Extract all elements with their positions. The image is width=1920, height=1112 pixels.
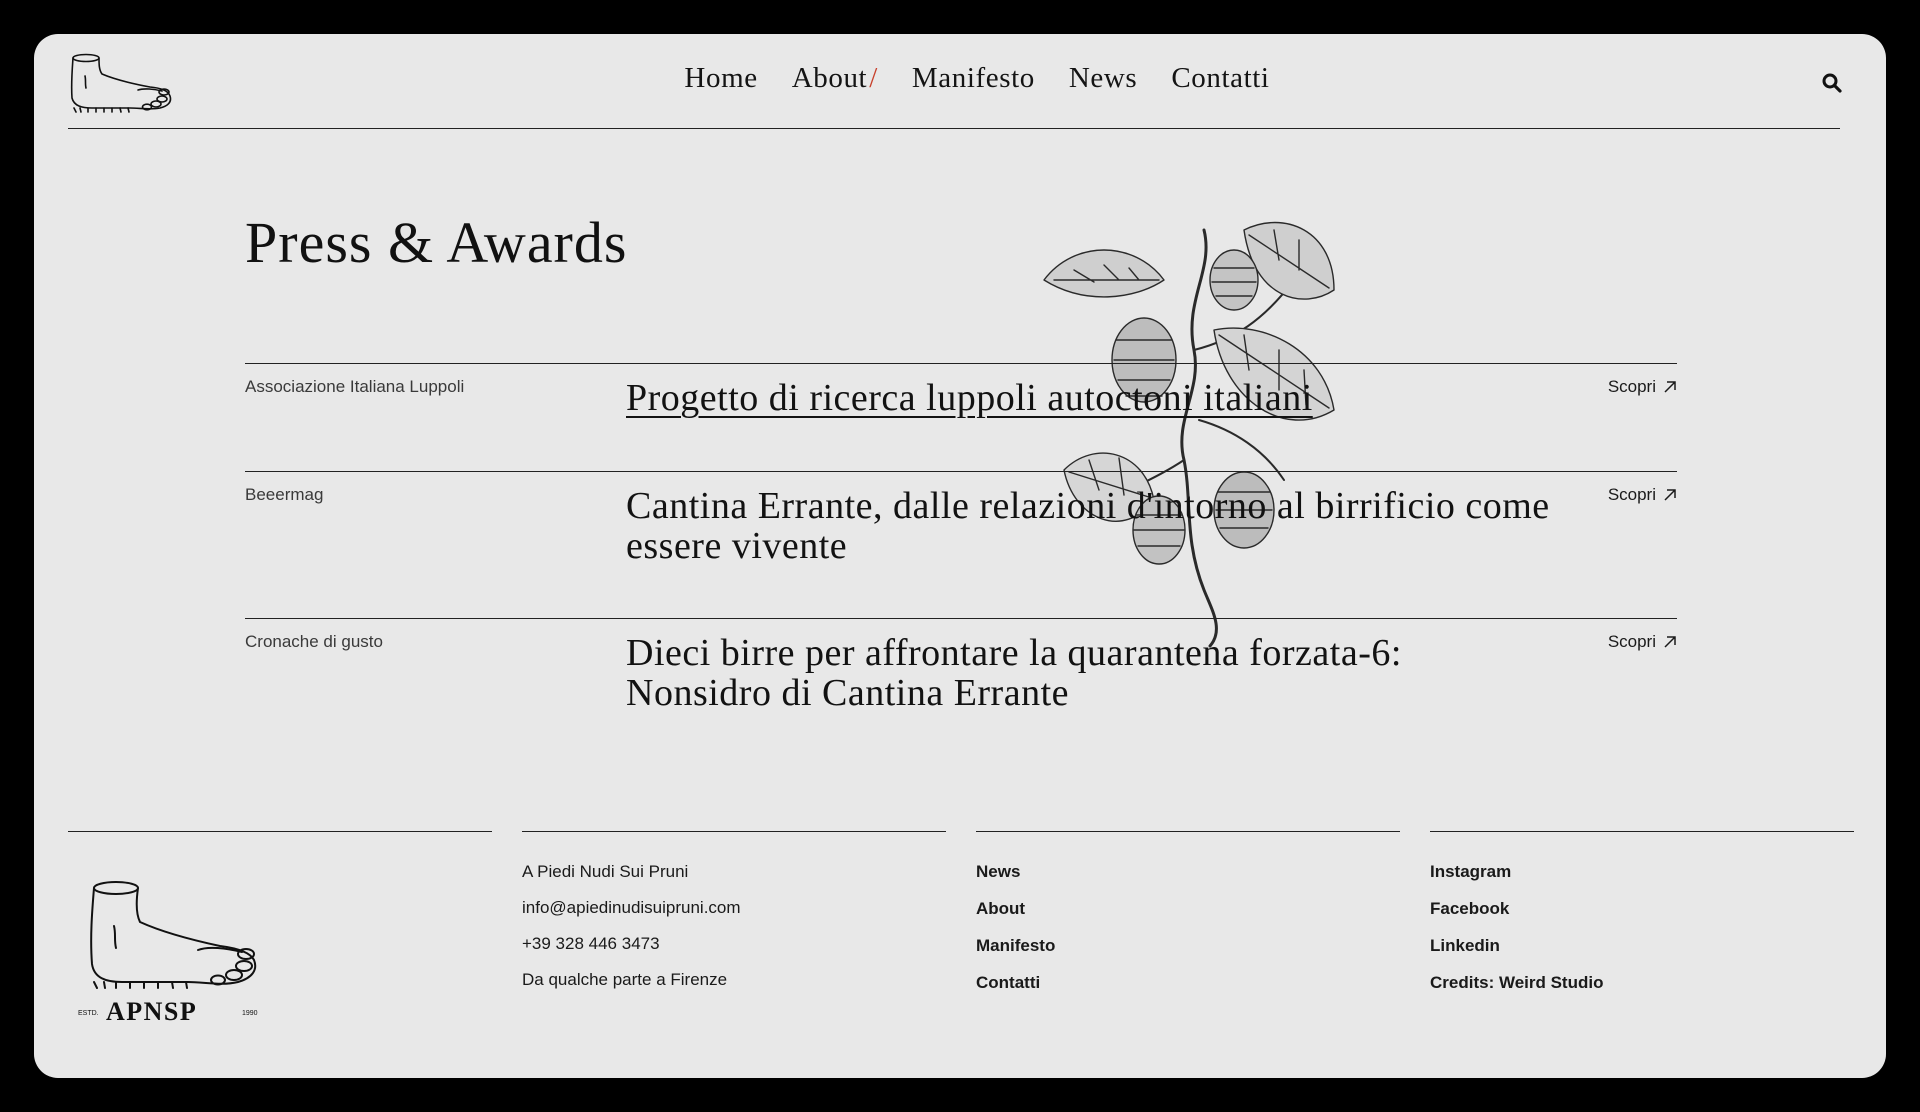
press-item: Associazione Italiana Luppoli Progetto d… (245, 363, 1677, 471)
footer-link-manifesto[interactable]: Manifesto (976, 936, 1400, 973)
footer-contact-list: A Piedi Nudi Sui Pruni info@apiedinudisu… (522, 832, 946, 1006)
footer-email[interactable]: info@apiedinudisuipruni.com (522, 898, 946, 934)
search-icon[interactable] (1820, 71, 1844, 95)
footer-logo-estd: ESTD. (78, 1010, 99, 1017)
browser-viewport: Home About/ Manifesto News Contatti Pres… (34, 34, 1886, 1078)
scopri-link[interactable]: Scopri (1608, 485, 1677, 505)
scopri-label: Scopri (1607, 632, 1656, 651)
nav-contatti-label: Contatti (1171, 62, 1270, 94)
nav-manifesto[interactable]: Manifesto (912, 62, 1035, 95)
footer-column-social: Instagram Facebook Linkedin Credits: Wei… (1430, 831, 1854, 1010)
main-nav: Home About/ Manifesto News Contatti (34, 62, 1886, 95)
press-source: Beeermag (245, 485, 324, 504)
press-list: Associazione Italiana Luppoli Progetto d… (245, 363, 1677, 753)
press-source: Cronache di gusto (245, 632, 383, 651)
footer-logo-text: APNSP (106, 997, 197, 1026)
footer-link-contatti[interactable]: Contatti (976, 973, 1400, 1010)
footer-column-contact: A Piedi Nudi Sui Pruni info@apiedinudisu… (522, 831, 946, 1006)
nav-news[interactable]: News (1069, 62, 1137, 95)
footer-link-news[interactable]: News (976, 862, 1400, 899)
footer-link-facebook[interactable]: Facebook (1430, 899, 1854, 936)
press-headline-link[interactable]: Progetto di ricerca luppoli autoctoni it… (626, 378, 1556, 418)
external-arrow-icon (1664, 636, 1676, 648)
footer-link-linkedin[interactable]: Linkedin (1430, 936, 1854, 973)
header-divider (68, 128, 1840, 129)
footer-link-about[interactable]: About (976, 899, 1400, 936)
external-arrow-icon (1664, 489, 1676, 501)
footer-logo[interactable]: ESTD. APNSP 1990 (78, 878, 268, 1030)
nav-home-label: Home (684, 62, 758, 94)
footer-phone[interactable]: +39 328 446 3473 (522, 934, 946, 970)
nav-about-label: About (791, 62, 868, 94)
footer-social-list: Instagram Facebook Linkedin Credits: Wei… (1430, 832, 1854, 1010)
footer-pages-list: News About Manifesto Contatti (976, 832, 1400, 1010)
footer-link-instagram[interactable]: Instagram (1430, 862, 1854, 899)
footer-location: Da qualche parte a Firenze (522, 970, 728, 989)
scopri-label: Scopri (1607, 485, 1656, 504)
nav-news-label: News (1068, 62, 1138, 94)
press-source: Associazione Italiana Luppoli (245, 377, 465, 396)
press-item: Cronache di gusto Dieci birre per affron… (245, 618, 1677, 753)
press-item: Beeermag Cantina Errante, dalle relazion… (245, 471, 1677, 618)
footer-column-pages: News About Manifesto Contatti (976, 831, 1400, 1010)
footer-logo-year: 1990 (242, 1010, 258, 1017)
page-title: Press & Awards (245, 210, 628, 275)
footer-link-credits[interactable]: Credits: Weird Studio (1430, 973, 1854, 1010)
nav-active-slash: / (869, 62, 878, 94)
scopri-label: Scopri (1607, 377, 1656, 396)
external-arrow-icon (1664, 381, 1676, 393)
nav-manifesto-label: Manifesto (911, 62, 1035, 94)
scopri-link[interactable]: Scopri (1608, 632, 1677, 652)
nav-about[interactable]: About/ (792, 62, 878, 95)
footer-column-logo (68, 831, 492, 832)
press-headline-link[interactable]: Cantina Errante, dalle relazioni d'intor… (626, 486, 1556, 566)
footer-company-name: A Piedi Nudi Sui Pruni (522, 862, 689, 881)
press-headline-link[interactable]: Dieci birre per affrontare la quarantena… (626, 633, 1556, 713)
scopri-link[interactable]: Scopri (1608, 377, 1677, 397)
nav-contatti[interactable]: Contatti (1171, 62, 1269, 95)
nav-home[interactable]: Home (684, 62, 757, 95)
